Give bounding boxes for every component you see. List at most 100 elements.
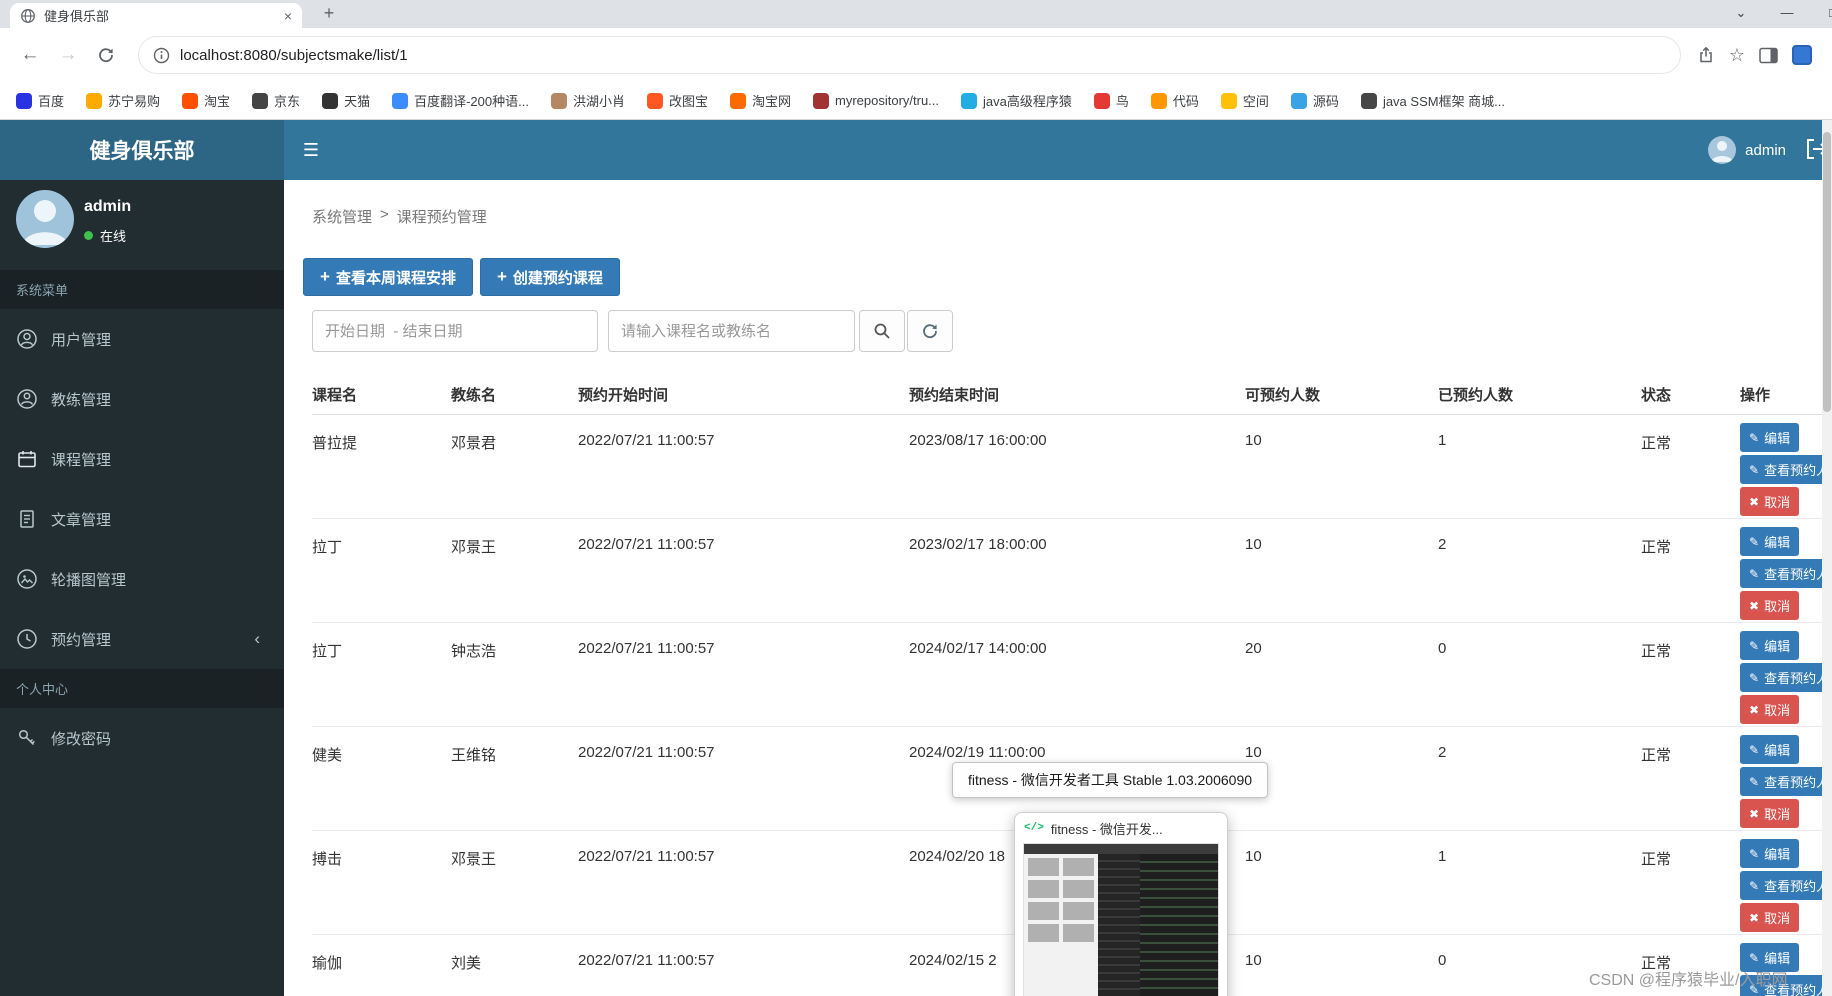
bookmark[interactable]: 代码 (1150, 91, 1199, 110)
breadcrumb: 系统管理 > 课程预约管理 (312, 206, 487, 227)
reload-icon[interactable] (90, 39, 122, 71)
browser-toolbar: ← → localhost:8080/subjectsmake/list/1 ☆ (0, 28, 1832, 82)
sidebar-section-system: 系统菜单 (0, 270, 284, 309)
cancel-button[interactable]: ✖ 取消 (1740, 903, 1800, 932)
share-icon[interactable] (1697, 46, 1715, 64)
table-row: 普拉提 邓景君 2022/07/21 11:00:57 2023/08/17 1… (312, 415, 1832, 519)
col-start: 预约开始时间 (578, 387, 669, 404)
col-actions: 操作 (1740, 387, 1771, 404)
bookmark[interactable]: 天猫 (322, 91, 370, 110)
edit-icon: ✎ (1749, 670, 1760, 685)
breadcrumb-separator: > (380, 206, 389, 223)
sidebar: admin 在线 系统菜单 用户管理 教练管理 课程管理 文章管理 轮播图管理 … (0, 180, 284, 996)
bookmark[interactable]: 淘宝网 (729, 91, 791, 110)
new-tab-button[interactable]: + (316, 2, 342, 26)
bookmark-favicon (729, 92, 746, 109)
bookmark[interactable]: 源码 (1290, 91, 1339, 110)
bookmark-favicon (550, 92, 567, 109)
avatar (1708, 136, 1737, 164)
bookmark[interactable]: java高级程序猿 (961, 91, 1072, 110)
preview-title: fitness - 微信开发... (1050, 821, 1163, 837)
keyword-input[interactable] (608, 310, 855, 352)
view-bookers-button[interactable]: ✎ 查看预约人 (1740, 455, 1832, 484)
date-range-input[interactable] (312, 310, 598, 352)
edit-button[interactable]: ✎ 编辑 (1740, 839, 1800, 868)
view-bookers-button[interactable]: ✎ 查看预约人 (1740, 767, 1832, 796)
online-dot-icon (84, 231, 93, 240)
edit-button[interactable]: ✎ 编辑 (1740, 527, 1800, 556)
extension-icon[interactable] (1792, 45, 1812, 65)
bookmark[interactable]: 空间 (1220, 91, 1269, 110)
edit-button[interactable]: ✎ 编辑 (1740, 423, 1800, 452)
cancel-button[interactable]: ✖ 取消 (1740, 799, 1800, 828)
view-bookers-button[interactable]: ✎ 查看预约人 (1740, 663, 1832, 692)
bookmark[interactable]: 淘宝 (182, 91, 230, 110)
coach-icon (17, 389, 37, 409)
sidebar-item-carousel[interactable]: 轮播图管理 (0, 549, 284, 609)
url-text: localhost:8080/subjectsmake/list/1 (180, 46, 408, 64)
bookmark-favicon (16, 92, 32, 109)
chevron-left-icon: ‹ (254, 629, 260, 648)
bookmark[interactable]: 苏宁易购 (86, 91, 160, 110)
bookmark-star-icon[interactable]: ☆ (1729, 45, 1745, 66)
window-preview-card[interactable]: </> fitness - 微信开发... (1014, 812, 1228, 996)
view-bookers-button[interactable]: ✎ 查看预约人 (1740, 871, 1832, 900)
bookmark[interactable]: 洪湖小肖 (550, 91, 625, 110)
scrollbar[interactable] (1822, 120, 1832, 996)
edit-button[interactable]: ✎ 编辑 (1740, 735, 1800, 764)
search-icon (874, 323, 890, 339)
back-icon[interactable]: ← (14, 39, 46, 71)
sidebar-item-reservations[interactable]: 预约管理 ‹ (0, 609, 284, 669)
breadcrumb-parent[interactable]: 系统管理 (312, 206, 372, 227)
sidebar-item-courses[interactable]: 课程管理 (0, 429, 284, 489)
side-panel-icon[interactable] (1759, 47, 1778, 64)
address-bar[interactable]: localhost:8080/subjectsmake/list/1 (138, 36, 1681, 74)
browser-tab[interactable]: 健身俱乐部 × (10, 3, 302, 28)
scrollbar-thumb[interactable] (1823, 132, 1831, 412)
bookmark[interactable]: 京东 (252, 91, 300, 110)
header-username: admin (1745, 141, 1786, 159)
refresh-button[interactable] (907, 310, 953, 352)
table-row: 拉丁 邓景王 2022/07/21 11:00:57 2023/02/17 18… (312, 519, 1832, 623)
col-course: 课程名 (312, 387, 358, 404)
bookmark-favicon (1290, 92, 1307, 109)
bookmark[interactable]: 鸟 (1093, 91, 1129, 110)
preview-code-pane (1140, 854, 1218, 996)
cancel-button[interactable]: ✖ 取消 (1740, 487, 1800, 516)
search-button[interactable] (859, 310, 905, 352)
bookmark[interactable]: 百度 (16, 91, 64, 110)
maximize-button[interactable]: □ (1810, 0, 1832, 28)
header-user-menu[interactable]: admin (1708, 120, 1786, 180)
week-schedule-button[interactable]: + 查看本周课程安排 (303, 258, 473, 296)
sidebar-item-users[interactable]: 用户管理 (0, 309, 284, 369)
bookmark[interactable]: java SSM框架 商城... (1360, 91, 1505, 110)
search-row (312, 310, 953, 352)
forward-icon[interactable]: → (52, 39, 84, 71)
bookmark[interactable]: 改图宝 (646, 91, 708, 110)
avatar (16, 190, 74, 248)
create-course-button[interactable]: + 创建预约课程 (479, 258, 620, 296)
view-bookers-button[interactable]: ✎ 查看预约人 (1740, 559, 1832, 588)
minimize-button[interactable]: — (1764, 0, 1810, 28)
edit-button[interactable]: ✎ 编辑 (1740, 631, 1800, 660)
preview-header: </> fitness - 微信开发... (1015, 813, 1227, 843)
bookmark[interactable]: 百度翻译-200种语... (392, 91, 529, 110)
bookmark[interactable]: myrepository/tru... (812, 92, 939, 109)
brand-logo[interactable]: 健身俱乐部 (0, 120, 284, 180)
sidebar-item-coaches[interactable]: 教练管理 (0, 369, 284, 429)
preview-screenshot[interactable] (1023, 843, 1219, 996)
sidebar-item-articles[interactable]: 文章管理 (0, 489, 284, 549)
sidebar-toggle-icon[interactable]: ☰ (284, 120, 338, 180)
cancel-button[interactable]: ✖ 取消 (1740, 695, 1800, 724)
sidebar-item-change-password[interactable]: 修改密码 (0, 708, 284, 768)
plus-icon: + (496, 267, 507, 286)
cancel-icon: ✖ (1749, 702, 1760, 717)
watermark: CSDN @程序猿毕业/入职网 (1589, 972, 1788, 989)
bookmark-favicon (812, 92, 829, 109)
cancel-button[interactable]: ✖ 取消 (1740, 591, 1800, 620)
tab-close-icon[interactable]: × (284, 8, 292, 24)
site-info-icon[interactable] (153, 47, 170, 64)
bookmark-favicon (1093, 92, 1110, 109)
bookmark-favicon (322, 92, 339, 109)
tab-search-icon[interactable]: ⌄ (1718, 0, 1764, 28)
